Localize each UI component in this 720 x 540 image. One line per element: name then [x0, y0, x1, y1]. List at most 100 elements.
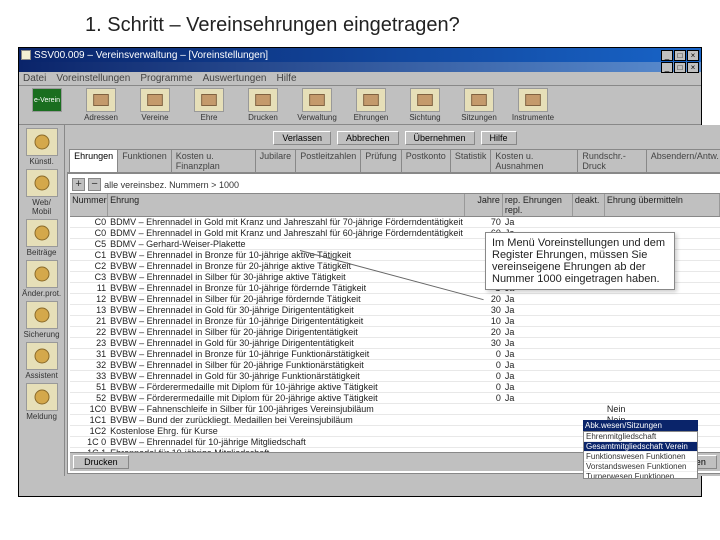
table-row[interactable]: 13BVBW – Ehrennadel in Gold für 30-jähri… [70, 305, 720, 316]
table-row[interactable]: 12BVBW – Ehrennadel in Silber für 20-jäh… [70, 294, 720, 305]
child-titlebar: _ □ × [19, 62, 701, 72]
sidebar-nderprot[interactable]: Änder.prot. [22, 260, 61, 298]
tab-jubilare[interactable]: Jubilare [255, 149, 297, 172]
tab-kostenufinanzplan[interactable]: Kosten u. Finanzplan [171, 149, 256, 172]
sidepanel-body[interactable]: EhrenmitgliedschaftGesamtmitgliedschaft … [583, 431, 698, 479]
tab-ehrungen[interactable]: Ehrungen [69, 149, 118, 172]
sidebar-icon [26, 219, 58, 247]
ehre-icon [194, 88, 224, 112]
sidepanel-item[interactable]: Vorstandswesen Funktionen [584, 462, 697, 472]
sidebar-assistent[interactable]: Assistent [22, 342, 61, 380]
sichtung-icon [410, 88, 440, 112]
toolbar: e-Verein AdressenVereineEhreDruckenVerwa… [19, 86, 701, 125]
callout-box: Im Menü Voreinstellungen und dem Registe… [485, 232, 675, 290]
app-icon [21, 50, 31, 60]
child-maximize[interactable]: □ [674, 62, 686, 73]
sidebar-icon [26, 169, 58, 197]
sidebar-icon [26, 260, 58, 288]
table-row[interactable]: 31BVBW – Ehrennadel in Bronze für 10-jäh… [70, 349, 720, 360]
tabstrip: EhrungenFunktionenKosten u. FinanzplanJu… [67, 149, 720, 173]
titlebar: SSV00.009 – Vereinsverwaltung – [Voreins… [19, 48, 701, 62]
menu-auswertungen[interactable]: Auswertungen [203, 73, 267, 84]
table-row[interactable]: 22BVBW – Ehrennadel in Silber für 20-jäh… [70, 327, 720, 338]
tab-kostenuausnahmen[interactable]: Kosten u. Ausnahmen [490, 149, 578, 172]
col-jahre[interactable]: Jahre [465, 194, 503, 216]
tool-vereine[interactable]: Vereine [130, 88, 180, 122]
sidebar-sicherung[interactable]: Sicherung [22, 301, 61, 339]
menu-voreinstellungen[interactable]: Voreinstellungen [56, 73, 130, 84]
sidebar-icon [26, 301, 58, 329]
remove-button[interactable]: − [88, 178, 101, 191]
menu-datei[interactable]: Datei [23, 73, 46, 84]
drucken-icon [248, 88, 278, 112]
adressen-icon [86, 88, 116, 112]
ehrungen-icon [356, 88, 386, 112]
sidebar-icon [26, 128, 58, 156]
tool-verwaltung[interactable]: Verwaltung [292, 88, 342, 122]
menu-hilfe[interactable]: Hilfe [277, 73, 297, 84]
sidepanel-item[interactable]: Funktionswesen Funktionen [584, 452, 697, 462]
table-row[interactable]: 52BVBW – Förderermedaille mit Diplom für… [70, 393, 720, 404]
hilfe-button[interactable]: Hilfe [481, 131, 517, 145]
sidepanel-right: Abk.wesen/Sitzungen EhrenmitgliedschaftG… [583, 420, 698, 479]
sidepanel-header: Abk.wesen/Sitzungen [583, 420, 698, 431]
tab-postleitzahlen[interactable]: Postleitzahlen [295, 149, 361, 172]
sidepanel-item[interactable]: Gesamtmitgliedschaft Verein [584, 442, 697, 452]
col-deakt[interactable]: deakt. [573, 194, 605, 216]
tool-ehre[interactable]: Ehre [184, 88, 234, 122]
add-button[interactable]: + [72, 178, 85, 191]
sidebar-knstl[interactable]: Künstl. [22, 128, 61, 166]
tab-statistik[interactable]: Statistik [450, 149, 492, 172]
sidebar-webmobil[interactable]: Web/ Mobil [22, 169, 61, 216]
slide-title: 1. Schritt – Vereinsehrungen eingetragen… [0, 0, 720, 47]
tab-rundschrdruck[interactable]: Rundschr.-Druck [577, 149, 646, 172]
sidebar-icon [26, 342, 58, 370]
sidebar: Künstl.Web/ MobilBeiträgeÄnder.prot.Sich… [19, 125, 65, 476]
tool-ehrungen[interactable]: Ehrungen [346, 88, 396, 122]
tool-instrumente[interactable]: Instrumente [508, 88, 558, 122]
table-row[interactable]: 32BVBW – Ehrennadel in Silber für 20-jäh… [70, 360, 720, 371]
abbrechen-button[interactable]: Abbrechen [337, 131, 399, 145]
tab-funktionen[interactable]: Funktionen [117, 149, 172, 172]
table-row[interactable]: 21BVBW – Ehrennadel in Bronze für 10-jäh… [70, 316, 720, 327]
vereine-icon [140, 88, 170, 112]
sidebar-meldung[interactable]: Meldung [22, 383, 61, 421]
instrumente-icon [518, 88, 548, 112]
tab-postkonto[interactable]: Postkonto [401, 149, 451, 172]
table-row[interactable]: 33BVBW – Ehrennadel in Gold für 30-jähri… [70, 371, 720, 382]
menubar: Datei Voreinstellungen Programme Auswertung… [19, 72, 701, 86]
tool-drucken[interactable]: Drucken [238, 88, 288, 122]
sidebar-icon [26, 383, 58, 411]
table-row[interactable]: 1C0BVBW – Fahnenschleife in Silber für 1… [70, 404, 720, 415]
child-minimize[interactable]: _ [661, 62, 673, 73]
sitzungen-icon [464, 88, 494, 112]
close-button[interactable]: × [687, 50, 699, 61]
verwaltung-icon [302, 88, 332, 112]
maximize-button[interactable]: □ [674, 50, 686, 61]
table-row[interactable]: 23BVBW – Ehrennadel in Gold für 30-jähri… [70, 338, 720, 349]
tool-sichtung[interactable]: Sichtung [400, 88, 450, 122]
drucken-button[interactable]: Drucken [73, 455, 129, 469]
subbar-text: alle vereinsbez. Nummern > 1000 [104, 180, 239, 190]
col-rep[interactable]: rep. Ehrungen repl. [503, 194, 573, 216]
child-close[interactable]: × [687, 62, 699, 73]
titlebar-text: SSV00.009 – Vereinsverwaltung – [Voreins… [34, 50, 661, 61]
sidebar-beitrge[interactable]: Beiträge [22, 219, 61, 257]
tab-absendernantw[interactable]: Absendern/Antw. [646, 149, 720, 172]
tool-adressen[interactable]: Adressen [76, 88, 126, 122]
tool-sitzungen[interactable]: Sitzungen [454, 88, 504, 122]
tab-prfung[interactable]: Prüfung [360, 149, 402, 172]
sidepanel-item[interactable]: Turnerwesen Funktionen [584, 472, 697, 479]
grid-header: Nummer Ehrung Jahre rep. Ehrungen repl. … [70, 193, 720, 217]
verlassen-button[interactable]: Verlassen [273, 131, 331, 145]
uebernehmen-button[interactable]: Übernehmen [405, 131, 475, 145]
col-nummer[interactable]: Nummer [70, 194, 108, 216]
col-ueb[interactable]: Ehrung übermitteln [605, 194, 720, 216]
minimize-button[interactable]: _ [661, 50, 673, 61]
logo-icon: e-Verein [32, 88, 62, 112]
sidepanel-item[interactable]: Ehrenmitgliedschaft [584, 432, 697, 442]
table-row[interactable]: 51BVBW – Förderermedaille mit Diplom für… [70, 382, 720, 393]
menu-programme[interactable]: Programme [140, 73, 192, 84]
col-ehrung[interactable]: Ehrung [108, 194, 465, 216]
table-row[interactable]: C0BDMV – Ehrennadel in Gold mit Kranz un… [70, 217, 720, 228]
